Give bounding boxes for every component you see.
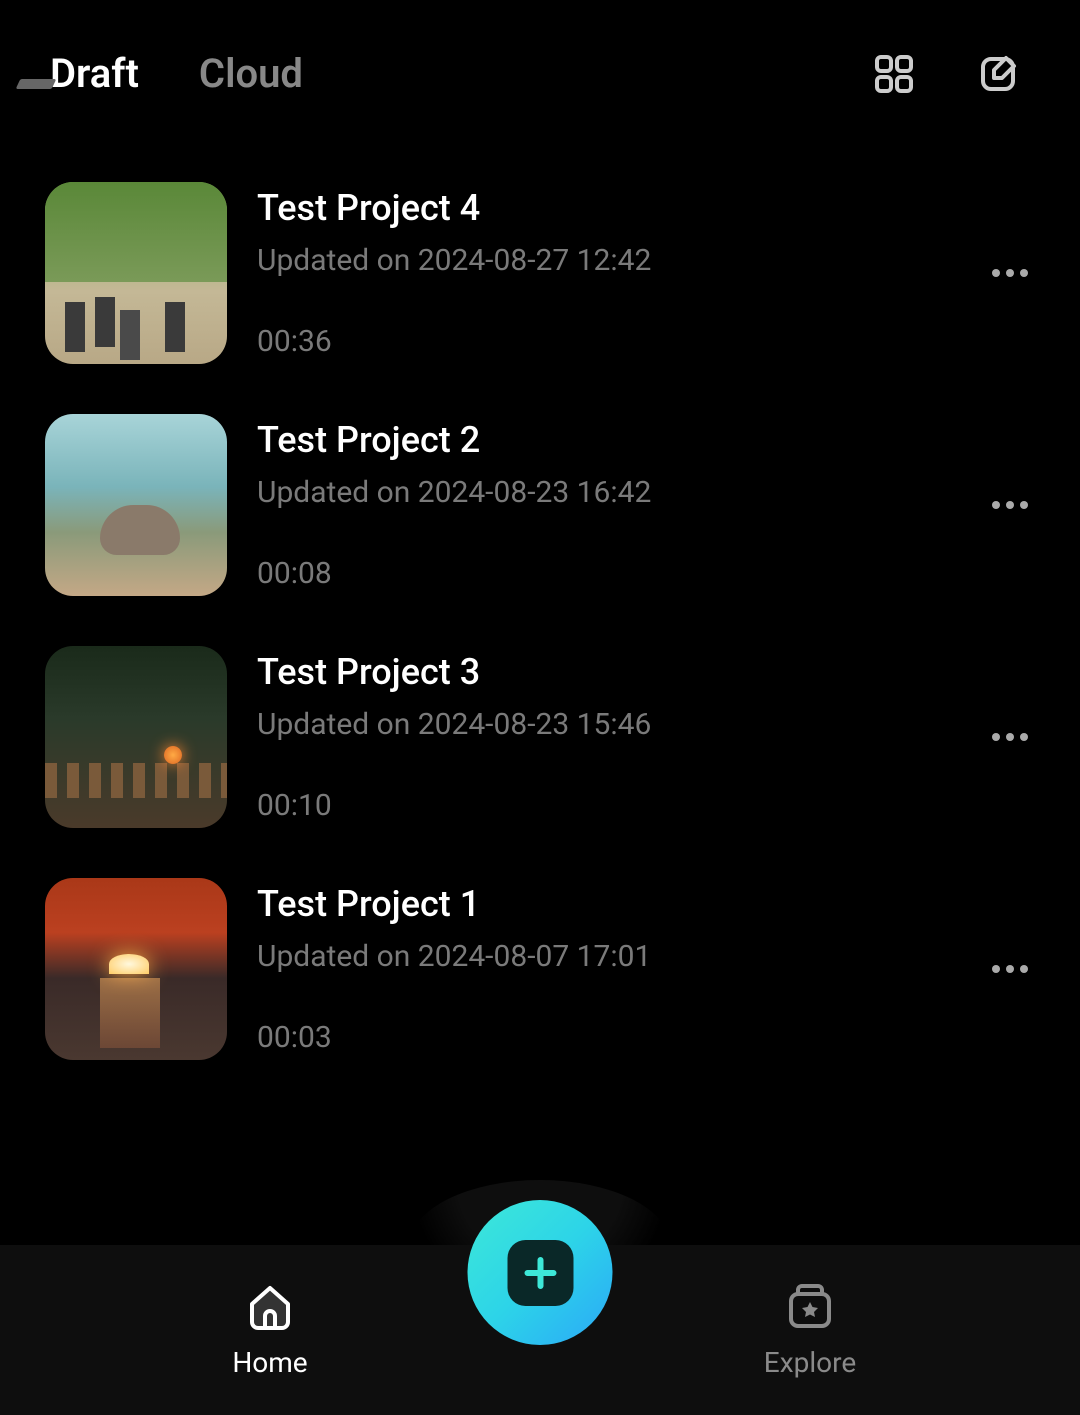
project-item[interactable]: Test Project 2 Updated on 2024-08-23 16:… bbox=[45, 389, 1035, 621]
more-icon bbox=[992, 733, 1028, 741]
project-list: Test Project 4 Updated on 2024-08-27 12:… bbox=[0, 127, 1080, 1085]
project-thumbnail bbox=[45, 878, 227, 1060]
more-options-button[interactable] bbox=[985, 965, 1035, 973]
project-updated: Updated on 2024-08-23 16:42 bbox=[257, 475, 955, 510]
create-button[interactable] bbox=[468, 1200, 613, 1345]
grid-view-button[interactable] bbox=[872, 52, 916, 96]
more-options-button[interactable] bbox=[985, 501, 1035, 509]
more-options-button[interactable] bbox=[985, 733, 1035, 741]
grid-icon bbox=[874, 54, 914, 94]
more-icon bbox=[992, 965, 1028, 973]
explore-icon bbox=[784, 1282, 836, 1334]
edit-button[interactable] bbox=[976, 52, 1020, 96]
more-icon bbox=[992, 501, 1028, 509]
project-info: Test Project 4 Updated on 2024-08-27 12:… bbox=[257, 182, 955, 364]
project-thumbnail bbox=[45, 646, 227, 828]
more-options-button[interactable] bbox=[985, 269, 1035, 277]
project-duration: 00:08 bbox=[257, 556, 955, 591]
header: Draft Cloud bbox=[0, 0, 1080, 127]
tab-label: Cloud bbox=[199, 50, 303, 97]
tab-cloud[interactable]: Cloud bbox=[199, 50, 303, 97]
project-info: Test Project 1 Updated on 2024-08-07 17:… bbox=[257, 878, 955, 1060]
project-duration: 00:36 bbox=[257, 324, 955, 359]
project-title: Test Project 2 bbox=[257, 419, 955, 461]
tabs-container: Draft Cloud bbox=[50, 50, 872, 97]
project-thumbnail bbox=[45, 414, 227, 596]
project-item[interactable]: Test Project 4 Updated on 2024-08-27 12:… bbox=[45, 157, 1035, 389]
project-duration: 00:03 bbox=[257, 1020, 955, 1055]
project-item[interactable]: Test Project 3 Updated on 2024-08-23 15:… bbox=[45, 621, 1035, 853]
nav-explore[interactable]: Explore bbox=[540, 1282, 1080, 1379]
nav-label: Home bbox=[232, 1346, 307, 1379]
project-info: Test Project 3 Updated on 2024-08-23 15:… bbox=[257, 646, 955, 828]
tab-active-underline bbox=[16, 79, 57, 89]
header-actions bbox=[872, 52, 1020, 96]
edit-icon bbox=[978, 54, 1018, 94]
nav-label: Explore bbox=[764, 1346, 856, 1379]
home-icon bbox=[244, 1282, 296, 1334]
bottom-nav: Home Explore bbox=[0, 1245, 1080, 1415]
project-updated: Updated on 2024-08-07 17:01 bbox=[257, 939, 955, 974]
more-icon bbox=[992, 269, 1028, 277]
project-title: Test Project 4 bbox=[257, 187, 955, 229]
project-info: Test Project 2 Updated on 2024-08-23 16:… bbox=[257, 414, 955, 596]
project-title: Test Project 3 bbox=[257, 651, 955, 693]
project-updated: Updated on 2024-08-23 15:46 bbox=[257, 707, 955, 742]
project-title: Test Project 1 bbox=[257, 883, 955, 925]
plus-icon bbox=[507, 1240, 573, 1306]
project-duration: 00:10 bbox=[257, 788, 955, 823]
project-updated: Updated on 2024-08-27 12:42 bbox=[257, 243, 955, 278]
nav-home[interactable]: Home bbox=[0, 1282, 540, 1379]
project-item[interactable]: Test Project 1 Updated on 2024-08-07 17:… bbox=[45, 853, 1035, 1085]
project-thumbnail bbox=[45, 182, 227, 364]
tab-draft[interactable]: Draft bbox=[50, 50, 139, 97]
tab-label: Draft bbox=[50, 50, 139, 97]
